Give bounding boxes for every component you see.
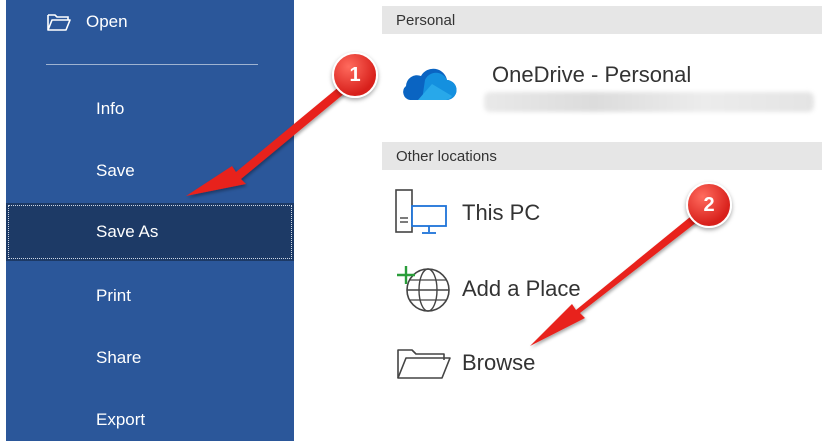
sidebar-item-share[interactable]: Share (6, 329, 294, 387)
browse-folder-icon (397, 349, 451, 379)
sidebar-divider (46, 64, 258, 65)
location-this-pc[interactable]: This PC (390, 188, 540, 238)
onedrive-cloud-icon (403, 68, 457, 101)
sidebar-item-save-as[interactable]: Save As (6, 203, 294, 261)
sidebar-item-print[interactable]: Print (6, 267, 294, 325)
sidebar-item-info[interactable]: Info (6, 80, 294, 138)
folder-open-icon (47, 14, 71, 31)
sidebar-item-label: Share (96, 348, 142, 367)
location-label: This PC (462, 200, 541, 225)
onedrive-account-email-blurred (484, 92, 814, 112)
annotation-badge-2: 2 (686, 182, 732, 228)
sidebar-item-label: Save (96, 161, 135, 180)
section-header-personal: Personal (382, 6, 822, 34)
location-onedrive[interactable]: OneDrive - Personal (492, 62, 691, 88)
sidebar-item-save[interactable]: Save (6, 142, 294, 200)
location-label: Add a Place (462, 276, 581, 301)
sidebar-item-label: Save As (96, 222, 159, 241)
this-pc-icon (395, 189, 447, 234)
sidebar-item-label: Info (96, 99, 125, 118)
section-header-other-locations: Other locations (382, 142, 822, 170)
add-place-globe-icon (397, 266, 450, 312)
sidebar-item-open[interactable]: Open (46, 6, 128, 38)
sidebar-item-label: Print (96, 286, 131, 305)
location-browse[interactable]: Browse (390, 338, 535, 388)
location-label: Browse (462, 350, 536, 375)
backstage-sidebar: Open Info Save Save As Print Share Expor… (6, 0, 294, 441)
annotation-badge-1: 1 (332, 52, 378, 98)
sidebar-item-label: Export (96, 410, 146, 429)
save-as-backstage: Open Info Save Save As Print Share Expor… (0, 0, 826, 441)
sidebar-item-export[interactable]: Export (6, 391, 294, 441)
location-add-a-place[interactable]: Add a Place (390, 264, 581, 314)
sidebar-item-label: Open (86, 12, 128, 31)
